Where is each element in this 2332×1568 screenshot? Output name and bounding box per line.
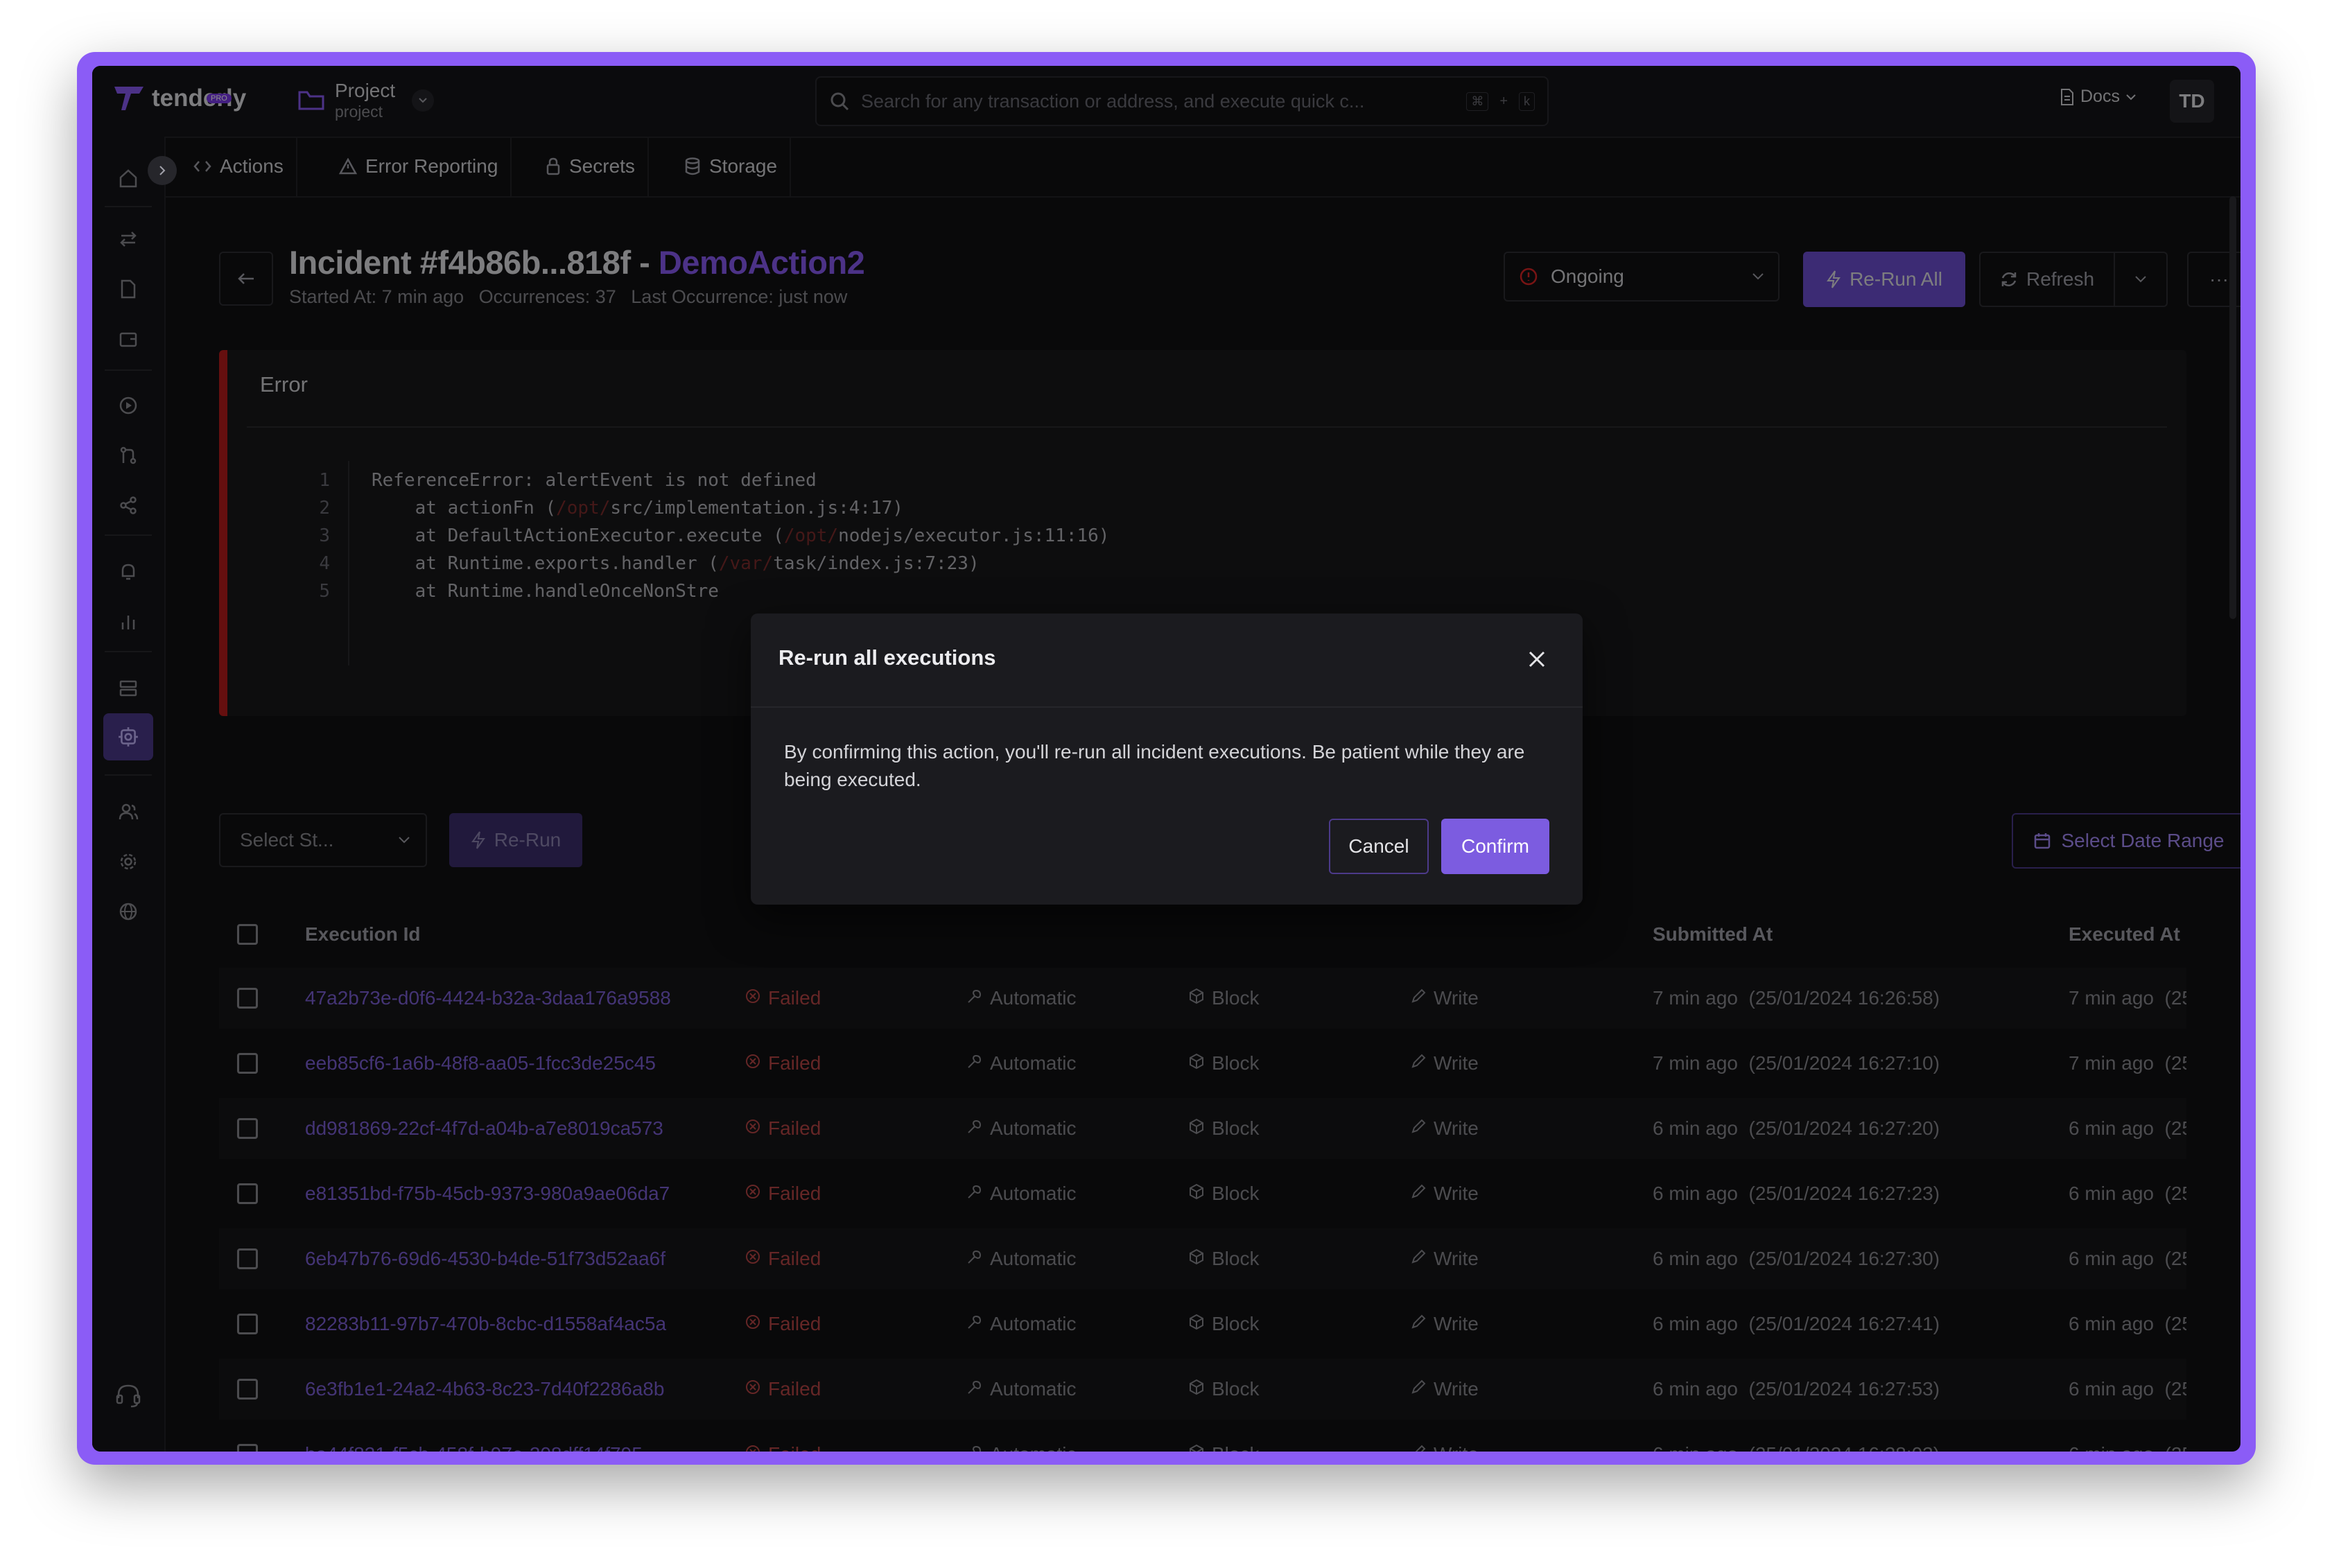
confirm-dialog: Re-run all executions By confirming this… xyxy=(751,613,1583,905)
app-window: tenderly PRO Project project Search for … xyxy=(92,66,2240,1452)
close-icon[interactable] xyxy=(1523,645,1551,673)
dialog-header: Re-run all executions xyxy=(751,613,1583,708)
cancel-button[interactable]: Cancel xyxy=(1329,819,1429,874)
sidebar-expand-chevron-icon[interactable] xyxy=(148,156,177,185)
confirm-button[interactable]: Confirm xyxy=(1441,819,1549,874)
dialog-message: By confirming this action, you'll re-run… xyxy=(784,741,1525,790)
dialog-title: Re-run all executions xyxy=(778,645,996,670)
window-frame: tenderly PRO Project project Search for … xyxy=(77,52,2256,1465)
